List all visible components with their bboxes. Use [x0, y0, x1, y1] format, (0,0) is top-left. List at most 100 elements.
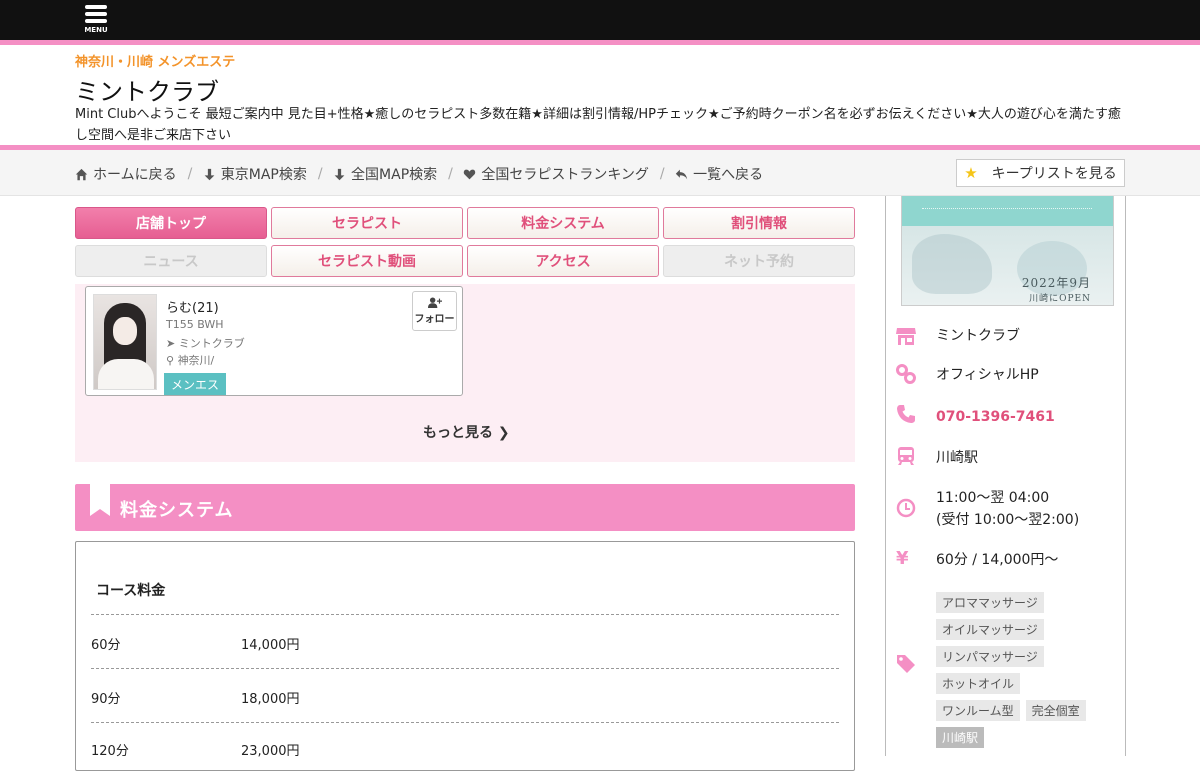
course-heading: コース料金	[96, 583, 166, 599]
breadcrumb-label: 全国MAP検索	[351, 167, 438, 183]
page-title: ミントクラブ	[75, 78, 219, 106]
tab-net-reservation: ネット予約	[663, 245, 855, 277]
photo-body	[98, 359, 154, 389]
hamburger-icon-bar	[85, 12, 107, 16]
service-tag[interactable]: リンパマッサージ	[936, 646, 1044, 667]
starting-price: 60分 / 14,000円～	[936, 552, 1059, 568]
therapist-location-text: 神奈川/	[177, 354, 215, 367]
header-divider-top	[0, 40, 1200, 45]
breadcrumb-separator: /	[317, 166, 323, 182]
hamburger-icon-bar	[85, 19, 107, 23]
see-more-link[interactable]: もっと見る ❯	[423, 422, 510, 442]
therapist-location: ⚲ 神奈川/	[166, 352, 214, 368]
breadcrumb-national-map[interactable]: 全国MAP検索 /	[333, 164, 459, 184]
tab-shop-top[interactable]: 店舗トップ	[75, 207, 267, 239]
hamburger-icon	[85, 5, 107, 9]
therapist-shop: ➤ ミントクラブ	[166, 335, 245, 351]
keep-list-button[interactable]: ★ キープリストを見る	[956, 159, 1125, 187]
breadcrumb-separator: /	[659, 166, 665, 182]
service-tag[interactable]: 完全個室	[1025, 700, 1086, 721]
see-more-label: もっと見る	[423, 425, 493, 441]
shop-banner[interactable]: 2022年9月 川崎にOPEN	[901, 196, 1114, 306]
sidebar-shop-name: ミントクラブ	[936, 328, 1020, 344]
reply-icon	[675, 169, 688, 179]
arrow-down-icon	[204, 168, 215, 180]
train-icon	[896, 446, 916, 466]
nearest-station: 川崎駅	[936, 450, 978, 466]
service-tag[interactable]: アロママッサージ	[936, 592, 1044, 613]
phone-number[interactable]: 070-1396-7461	[936, 406, 1055, 428]
therapist-card[interactable]: らむ(21) T155 BWH ➤ ミントクラブ ⚲ 神奈川/ メンエス フォロ…	[85, 286, 463, 396]
link-icon	[896, 364, 916, 384]
breadcrumb-ranking[interactable]: 全国セラピストランキング /	[463, 164, 670, 184]
service-tag[interactable]: ワンルーム型	[936, 700, 1020, 721]
keep-list-label: キープリストを見る	[991, 166, 1117, 182]
tab-news: ニュース	[75, 245, 267, 277]
service-tag[interactable]: オイルマッサージ	[936, 619, 1044, 640]
breadcrumb-label: ホームに戻る	[93, 167, 177, 183]
price-duration: 60分	[91, 638, 121, 653]
row-divider	[91, 614, 839, 615]
price-value: 14,000円	[241, 638, 300, 653]
menu-label: MENU	[84, 26, 108, 34]
tab-discount[interactable]: 割引情報	[663, 207, 855, 239]
area-label[interactable]: 神奈川・川崎 メンズエステ	[75, 51, 235, 70]
shop-description: Mint Clubへようこそ 最短ご案内中 見た目+性格★癒しのセラピスト多数在…	[75, 107, 1121, 143]
breadcrumb-home[interactable]: ホームに戻る /	[75, 164, 198, 184]
breadcrumb-label: 全国セラピストランキング	[481, 167, 649, 183]
heart-icon	[464, 169, 476, 179]
therapist-category-badge: メンエス	[164, 373, 226, 395]
bookmark-icon	[90, 484, 110, 516]
pricing-section-title: 料金システム	[120, 500, 234, 521]
shop-info-sidebar: 2022年9月 川崎にOPEN ミントクラブ オフィシャルHP 070-1396…	[885, 196, 1126, 756]
star-icon: ★	[964, 164, 978, 182]
follow-label: フォロー	[414, 314, 455, 325]
breadcrumb-back[interactable]: 一覧へ戻る	[675, 164, 763, 184]
therapist-photo[interactable]	[93, 294, 157, 390]
business-hours: 11:00～翌 04:00 (受付 10:00～翌2:00)	[936, 487, 1079, 531]
therapist-list: らむ(21) T155 BWH ➤ ミントクラブ ⚲ 神奈川/ メンエス フォロ…	[75, 284, 855, 462]
menu-button[interactable]: MENU	[84, 5, 108, 37]
top-bar: MENU	[0, 0, 1200, 40]
banner-year: 2022年9月	[1021, 276, 1091, 290]
photo-face	[113, 317, 137, 345]
business-hours-main: 11:00～翌 04:00	[936, 490, 1050, 506]
yen-icon: ¥	[896, 548, 909, 569]
breadcrumb: ホームに戻る / 東京MAP検索 / 全国MAP検索 / 全国セラピストランキン…	[75, 164, 763, 185]
official-hp-link[interactable]: オフィシャルHP	[936, 364, 1039, 386]
map-pin-icon: ⚲	[166, 354, 175, 367]
pricing-section-header: 料金システム	[75, 484, 855, 531]
therapist-shop-name: ミントクラブ	[178, 337, 245, 350]
home-icon	[75, 168, 88, 180]
therapist-name[interactable]: らむ(21)	[166, 297, 219, 316]
banner-open: 川崎にOPEN	[1029, 294, 1091, 304]
location-arrow-icon: ➤	[166, 337, 176, 350]
tab-pricing[interactable]: 料金システム	[467, 207, 659, 239]
row-divider	[91, 722, 839, 723]
tab-access[interactable]: アクセス	[467, 245, 659, 277]
breadcrumb-tokyo-map[interactable]: 東京MAP検索 /	[203, 164, 329, 184]
service-tag[interactable]: ホットオイル	[936, 673, 1021, 694]
store-icon	[896, 326, 916, 346]
arrow-down-icon	[334, 168, 345, 180]
clock-icon	[896, 498, 916, 518]
follow-button[interactable]: フォロー	[412, 291, 457, 331]
banner-decoration	[912, 234, 992, 294]
breadcrumb-separator: /	[187, 166, 193, 182]
therapist-size: T155 BWH	[166, 318, 224, 331]
price-duration: 90分	[91, 692, 121, 707]
row-divider	[91, 668, 839, 669]
breadcrumb-bar: ホームに戻る / 東京MAP検索 / 全国MAP検索 / 全国セラピストランキン…	[0, 150, 1200, 196]
price-value: 18,000円	[241, 692, 300, 707]
tab-therapist-video[interactable]: セラピスト動画	[271, 245, 463, 277]
price-table: コース料金 60分 14,000円 90分 18,000円 120分 23,00…	[75, 541, 855, 771]
tab-therapist[interactable]: セラピスト	[271, 207, 463, 239]
breadcrumb-label: 東京MAP検索	[220, 167, 307, 183]
phone-icon	[896, 404, 916, 424]
service-tags: アロママッサージ オイルマッサージ リンパマッサージ ホットオイル ワンルーム型…	[936, 592, 1116, 754]
breadcrumb-label: 一覧へ戻る	[693, 167, 764, 183]
business-hours-reception: (受付 10:00～翌2:00)	[936, 512, 1080, 528]
chevron-right-icon: ❯	[497, 425, 510, 441]
service-tag[interactable]: 川崎駅	[936, 727, 985, 748]
breadcrumb-separator: /	[448, 166, 453, 182]
